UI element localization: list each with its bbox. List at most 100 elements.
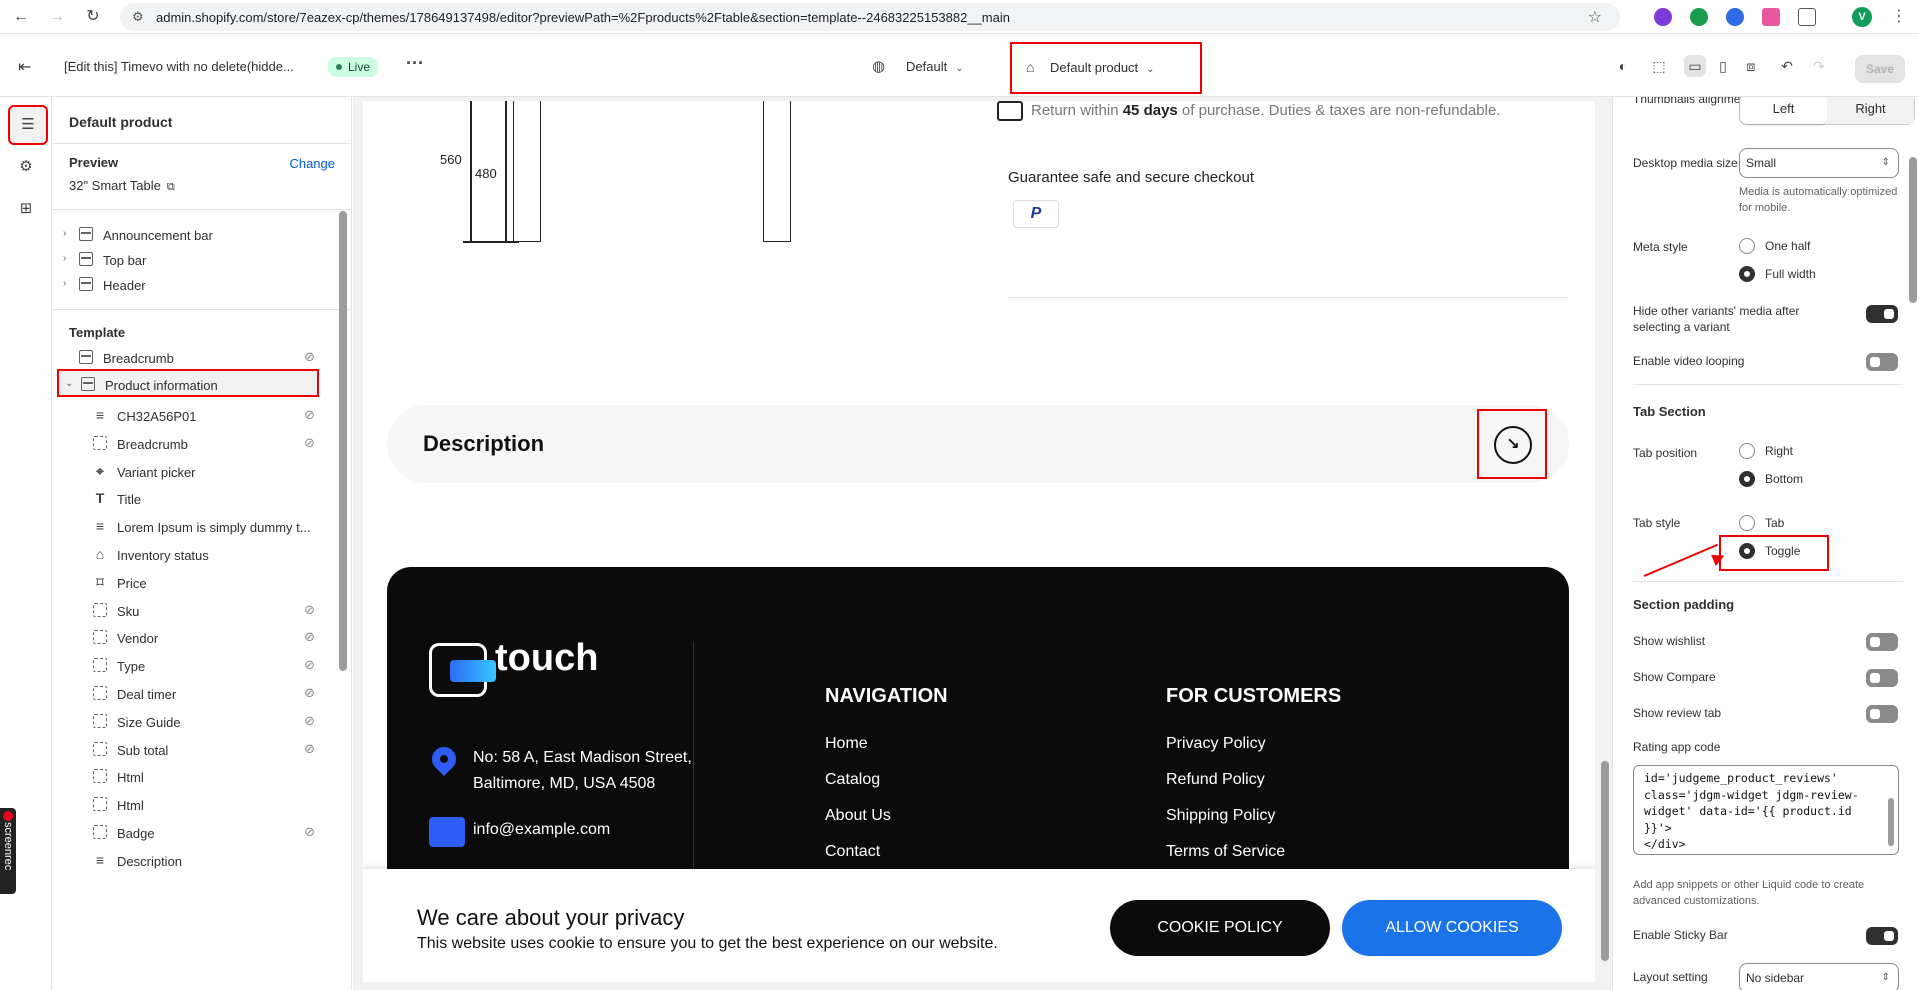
block-item[interactable]: ≡ Description [57, 847, 319, 875]
block-item[interactable]: ≡ CH32A56P01 ⊘ [57, 402, 319, 430]
theme-settings-gear-icon[interactable]: ⚙ [12, 153, 40, 181]
rating-app-code-editor[interactable]: id='judgeme_product_reviews' class='jdgm… [1633, 765, 1899, 855]
block-item[interactable]: Sub total ⊘ [57, 736, 319, 764]
apps-icon[interactable]: ⊞ [12, 195, 40, 223]
hidden-eye-icon[interactable]: ⊘ [304, 349, 315, 365]
email-link[interactable]: info@example.com [473, 821, 610, 839]
more-actions-icon[interactable]: ··· [406, 53, 424, 74]
exit-icon[interactable]: ⇤ [18, 57, 31, 77]
inspector-icon[interactable]: ◐ [1612, 55, 1634, 77]
radio-dot[interactable] [1739, 515, 1755, 531]
layout-setting-select[interactable]: No sidebar ⇕ [1739, 963, 1899, 990]
browser-menu-icon[interactable]: ⋮ [1890, 8, 1908, 26]
radio-dot[interactable] [1739, 443, 1755, 459]
sections-icon[interactable]: ☰ [8, 105, 48, 145]
sticky-bar-toggle[interactable] [1866, 927, 1898, 945]
video-looping-toggle[interactable] [1866, 353, 1898, 371]
extensions-puzzle-icon[interactable] [1798, 8, 1816, 26]
hidden-eye-icon[interactable]: ⊘ [304, 713, 315, 729]
chevron-right-icon[interactable]: › [63, 278, 66, 289]
block-item[interactable]: ≡ Lorem Ipsum is simply dummy t... [57, 513, 319, 541]
screenrec-widget[interactable]: screenrec [0, 808, 16, 894]
radio-dot[interactable] [1739, 471, 1755, 487]
desktop-media-size-select[interactable]: Small ⇕ [1739, 148, 1899, 178]
bookmark-star-icon[interactable]: ☆ [1588, 7, 1602, 27]
market-selector[interactable]: Default ⌄ [906, 59, 964, 74]
block-item[interactable]: Sku ⊘ [57, 597, 319, 625]
description-toggle-highlight[interactable]: ↘ [1477, 409, 1547, 479]
section-item-product-information[interactable]: ⌄ Product information [57, 369, 319, 397]
hidden-eye-icon[interactable]: ⊘ [304, 407, 315, 423]
chevron-right-icon[interactable]: › [63, 253, 66, 264]
thumbnails-right-option[interactable]: Right [1827, 97, 1914, 124]
chevron-right-icon[interactable]: › [63, 228, 66, 239]
block-item[interactable]: T Title [57, 485, 319, 513]
redo-icon[interactable]: ↷ [1808, 55, 1830, 77]
back-icon[interactable]: ← [10, 6, 32, 28]
extension-icon[interactable] [1726, 8, 1744, 26]
block-item[interactable]: Size Guide ⊘ [57, 708, 319, 736]
site-info-icon[interactable]: ⚙ [132, 9, 144, 25]
code-scrollbar[interactable] [1887, 770, 1895, 850]
profile-avatar[interactable]: V [1852, 7, 1872, 27]
select-cursor-icon[interactable]: ⬚ [1648, 55, 1670, 77]
undo-icon[interactable]: ↶ [1776, 55, 1798, 77]
reload-icon[interactable]: ↻ [82, 6, 104, 28]
mobile-view-icon[interactable]: ▯ [1712, 55, 1734, 77]
description-tab[interactable]: Description [387, 405, 1569, 483]
address-bar[interactable]: ⚙ admin.shopify.com/store/7eazex-cp/them… [120, 3, 1620, 31]
hide-variants-toggle[interactable] [1866, 305, 1898, 323]
change-preview-link[interactable]: Change [289, 156, 335, 171]
footer-link[interactable]: Refund Policy [1166, 771, 1265, 789]
scrollbar-thumb[interactable] [1909, 157, 1917, 303]
show-review-tab-toggle[interactable] [1866, 705, 1898, 723]
block-item[interactable]: ⌑ Price [57, 569, 319, 597]
block-item[interactable]: Deal timer ⊘ [57, 680, 319, 708]
section-item[interactable]: › Top bar [57, 246, 319, 274]
desktop-view-icon[interactable]: ▭ [1684, 55, 1706, 77]
allow-cookies-button[interactable]: ALLOW COOKIES [1342, 900, 1562, 956]
fullscreen-icon[interactable]: ⧈ [1740, 55, 1762, 77]
arrow-down-right-icon[interactable]: ↘ [1494, 426, 1532, 464]
hidden-eye-icon[interactable]: ⊘ [304, 741, 315, 757]
extension-icon[interactable] [1762, 8, 1780, 26]
thumbnails-left-option[interactable]: Left [1740, 97, 1827, 124]
scrollbar-thumb[interactable] [1888, 798, 1894, 846]
settings-scrollbar[interactable] [1909, 97, 1917, 990]
footer-link[interactable]: Home [825, 735, 868, 753]
external-link-icon[interactable]: ⧉ [167, 181, 175, 193]
block-item[interactable]: Type ⊘ [57, 652, 319, 680]
block-item[interactable]: Breadcrumb ⊘ [57, 430, 319, 458]
section-item[interactable]: › Header [57, 271, 319, 299]
hidden-eye-icon[interactable]: ⊘ [304, 824, 315, 840]
hidden-eye-icon[interactable]: ⊘ [304, 602, 315, 618]
panel-scrollbar[interactable] [337, 191, 347, 987]
grammarly-extension-icon[interactable] [1690, 8, 1708, 26]
block-item[interactable]: ⌖ Variant picker [57, 458, 319, 486]
radio-dot[interactable] [1739, 543, 1755, 559]
section-item[interactable]: › Announcement bar [57, 221, 319, 249]
extension-icon[interactable] [1654, 8, 1672, 26]
show-wishlist-toggle[interactable] [1866, 633, 1898, 651]
hidden-eye-icon[interactable]: ⊘ [304, 685, 315, 701]
template-selector[interactable]: ⌂ Default product ⌄ [1010, 42, 1202, 94]
scrollbar-thumb[interactable] [339, 211, 347, 671]
footer-link[interactable]: Shipping Policy [1166, 807, 1275, 825]
hidden-eye-icon[interactable]: ⊘ [304, 657, 315, 673]
footer-link[interactable]: Terms of Service [1166, 843, 1285, 861]
section-item-breadcrumb[interactable]: Breadcrumb ⊘ [57, 344, 319, 372]
block-item[interactable]: ⌂ Inventory status [57, 541, 319, 569]
block-item[interactable]: Vendor ⊘ [57, 624, 319, 652]
block-item[interactable]: Badge ⊘ [57, 819, 319, 847]
radio-dot[interactable] [1739, 266, 1755, 282]
chevron-down-icon[interactable]: ⌄ [65, 378, 73, 389]
hidden-eye-icon[interactable]: ⊘ [304, 629, 315, 645]
radio-dot[interactable] [1739, 238, 1755, 254]
hidden-eye-icon[interactable]: ⊘ [304, 435, 315, 451]
show-compare-toggle[interactable] [1866, 669, 1898, 687]
save-button[interactable]: Save [1855, 55, 1905, 83]
scrollbar-thumb[interactable] [1601, 761, 1609, 961]
cookie-policy-button[interactable]: COOKIE POLICY [1110, 900, 1330, 956]
preview-scrollbar[interactable] [1600, 105, 1610, 983]
block-item[interactable]: Html [57, 763, 319, 791]
